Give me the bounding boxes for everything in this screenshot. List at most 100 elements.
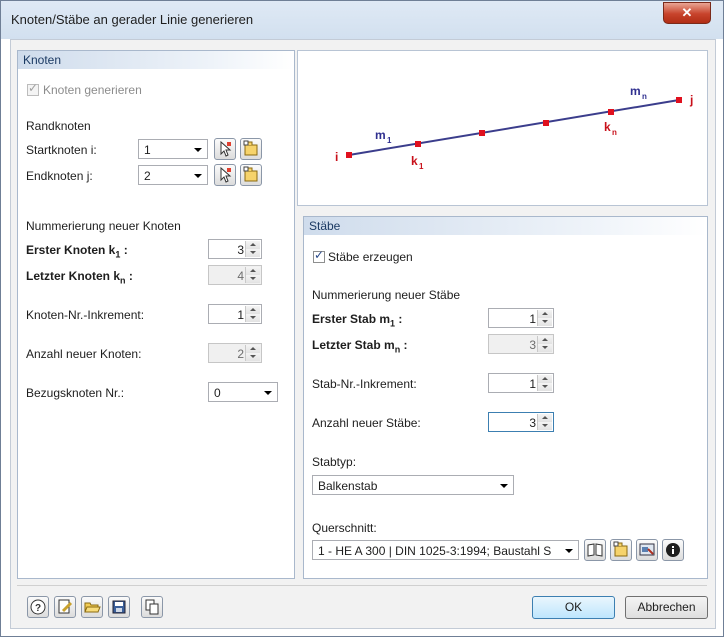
- member-increment-label: Stab-Nr.-Inkrement:: [312, 377, 417, 391]
- spin-up-icon[interactable]: [538, 414, 552, 422]
- create-members-label: Stäbe erzeugen: [328, 250, 413, 264]
- label-k-sub: 1: [419, 162, 424, 171]
- node-increment-spinner[interactable]: 1: [208, 304, 262, 324]
- chevron-down-icon: [500, 484, 508, 488]
- node-marker: [543, 120, 549, 126]
- help-button[interactable]: ?: [27, 596, 49, 618]
- new-section-icon: [613, 541, 628, 557]
- cursor-pick-icon: [220, 166, 232, 183]
- label-kn: k: [604, 120, 611, 134]
- label-mn-sub: n: [642, 92, 647, 101]
- member-increment-spinner[interactable]: 1: [488, 373, 554, 393]
- cross-section-select[interactable]: 1 - HE A 300 | DIN 1025-3:1994; Baustahl…: [312, 540, 579, 560]
- new-section-button[interactable]: [610, 539, 632, 561]
- save-icon: [112, 600, 126, 614]
- knoten-group-header: Knoten: [18, 51, 294, 69]
- label-mn: m: [630, 84, 641, 98]
- window-title: Knoten/Stäbe an gerader Linie generieren: [11, 12, 254, 27]
- end-node-label: Endknoten j:: [26, 169, 93, 183]
- spin-up-icon: [538, 336, 552, 344]
- chevron-down-icon: [264, 391, 272, 395]
- member-type-select[interactable]: Balkenstab: [312, 475, 514, 495]
- copy-button[interactable]: [141, 596, 163, 618]
- member-type-label: Stabtyp:: [312, 455, 357, 469]
- cancel-button[interactable]: Abbrechen: [625, 596, 708, 619]
- spin-up-icon[interactable]: [246, 241, 260, 249]
- node-increment-label: Knoten-Nr.-Inkrement:: [26, 308, 145, 322]
- spin-up-icon[interactable]: [538, 375, 552, 383]
- title-bar[interactable]: Knoten/Stäbe an gerader Linie generieren…: [1, 1, 723, 39]
- label-kn-sub: n: [612, 128, 617, 137]
- spin-down-icon: [246, 275, 260, 283]
- spin-down-icon[interactable]: [246, 249, 260, 257]
- create-members-checkbox[interactable]: ✓: [313, 248, 325, 263]
- staebe-group: Stäbe ✓ Stäbe erzeugen Nummerierung neue…: [303, 216, 708, 579]
- ok-button[interactable]: OK: [532, 596, 615, 619]
- chevron-down-icon: [194, 148, 202, 152]
- edit-button[interactable]: [54, 596, 76, 618]
- spin-up-icon[interactable]: [538, 310, 552, 318]
- member-numbering-label: Nummerierung neuer Stäbe: [312, 288, 461, 302]
- spin-down-icon[interactable]: [538, 383, 552, 391]
- dialog-window: Knoten/Stäbe an gerader Linie generieren…: [0, 0, 724, 637]
- spin-down-icon[interactable]: [538, 318, 552, 326]
- svg-text:?: ?: [35, 603, 41, 614]
- node-i-marker: [346, 152, 352, 158]
- reference-node-label: Bezugsknoten Nr.:: [26, 386, 125, 400]
- new-end-node-button[interactable]: [240, 164, 262, 186]
- close-button[interactable]: ✕: [663, 2, 711, 24]
- last-member-label: Letzter Stab mn :: [312, 338, 408, 355]
- open-button[interactable]: [81, 596, 103, 618]
- copy-icon: [145, 599, 159, 615]
- open-folder-icon: [84, 602, 101, 613]
- new-node-icon: [243, 140, 258, 156]
- new-start-node-button[interactable]: [240, 138, 262, 160]
- label-m-sub: 1: [387, 136, 392, 145]
- section-library-button[interactable]: [584, 539, 606, 561]
- generate-nodes-checkbox[interactable]: ✓: [27, 81, 39, 96]
- node-count-spinner: 2: [208, 343, 262, 363]
- chevron-down-icon: [194, 174, 202, 178]
- new-node-icon: [243, 166, 258, 182]
- book-icon: [587, 543, 603, 557]
- end-node-select[interactable]: 2: [138, 165, 208, 185]
- save-button[interactable]: [108, 596, 130, 618]
- member-count-spinner[interactable]: 3: [488, 412, 554, 432]
- reference-node-select[interactable]: 0: [208, 382, 278, 402]
- node-j-marker: [676, 97, 682, 103]
- spin-up-icon[interactable]: [246, 306, 260, 314]
- node-numbering-label: Nummerierung neuer Knoten: [26, 219, 181, 233]
- last-node-spinner: 4: [208, 265, 262, 285]
- node-marker: [479, 130, 485, 136]
- node-marker: [415, 141, 421, 147]
- cross-section-label: Querschnitt:: [312, 521, 377, 535]
- footer-separator: [17, 585, 707, 586]
- edit-icon: [58, 599, 73, 614]
- first-node-spinner[interactable]: 3: [208, 239, 262, 259]
- section-info-button[interactable]: [662, 539, 684, 561]
- pick-end-node-button[interactable]: [214, 164, 236, 186]
- label-m: m: [375, 128, 386, 142]
- spin-down-icon[interactable]: [538, 422, 552, 430]
- dialog-content: Knoten ✓ Knoten generieren Randknoten St…: [10, 39, 716, 629]
- node-count-label: Anzahl neuer Knoten:: [26, 347, 142, 361]
- randknoten-label: Randknoten: [26, 119, 91, 133]
- knoten-group: Knoten ✓ Knoten generieren Randknoten St…: [17, 50, 295, 579]
- spin-down-icon: [538, 344, 552, 352]
- label-j: j: [689, 93, 693, 107]
- start-node-select[interactable]: 1: [138, 139, 208, 159]
- label-k: k: [411, 154, 418, 168]
- member-count-label: Anzahl neuer Stäbe:: [312, 416, 421, 430]
- spin-down-icon[interactable]: [246, 314, 260, 322]
- first-member-label: Erster Stab m1 :: [312, 312, 403, 329]
- start-node-label: Startknoten i:: [26, 143, 97, 157]
- edit-section-button[interactable]: [636, 539, 658, 561]
- pick-start-node-button[interactable]: [214, 138, 236, 160]
- chevron-down-icon: [565, 549, 573, 553]
- info-icon: [666, 543, 680, 557]
- edit-section-icon: [639, 543, 655, 556]
- first-member-spinner[interactable]: 1: [488, 308, 554, 328]
- preview-diagram: i j m 1 m n k 1 k n: [297, 50, 708, 206]
- staebe-group-header: Stäbe: [304, 217, 707, 235]
- last-member-spinner: 3: [488, 334, 554, 354]
